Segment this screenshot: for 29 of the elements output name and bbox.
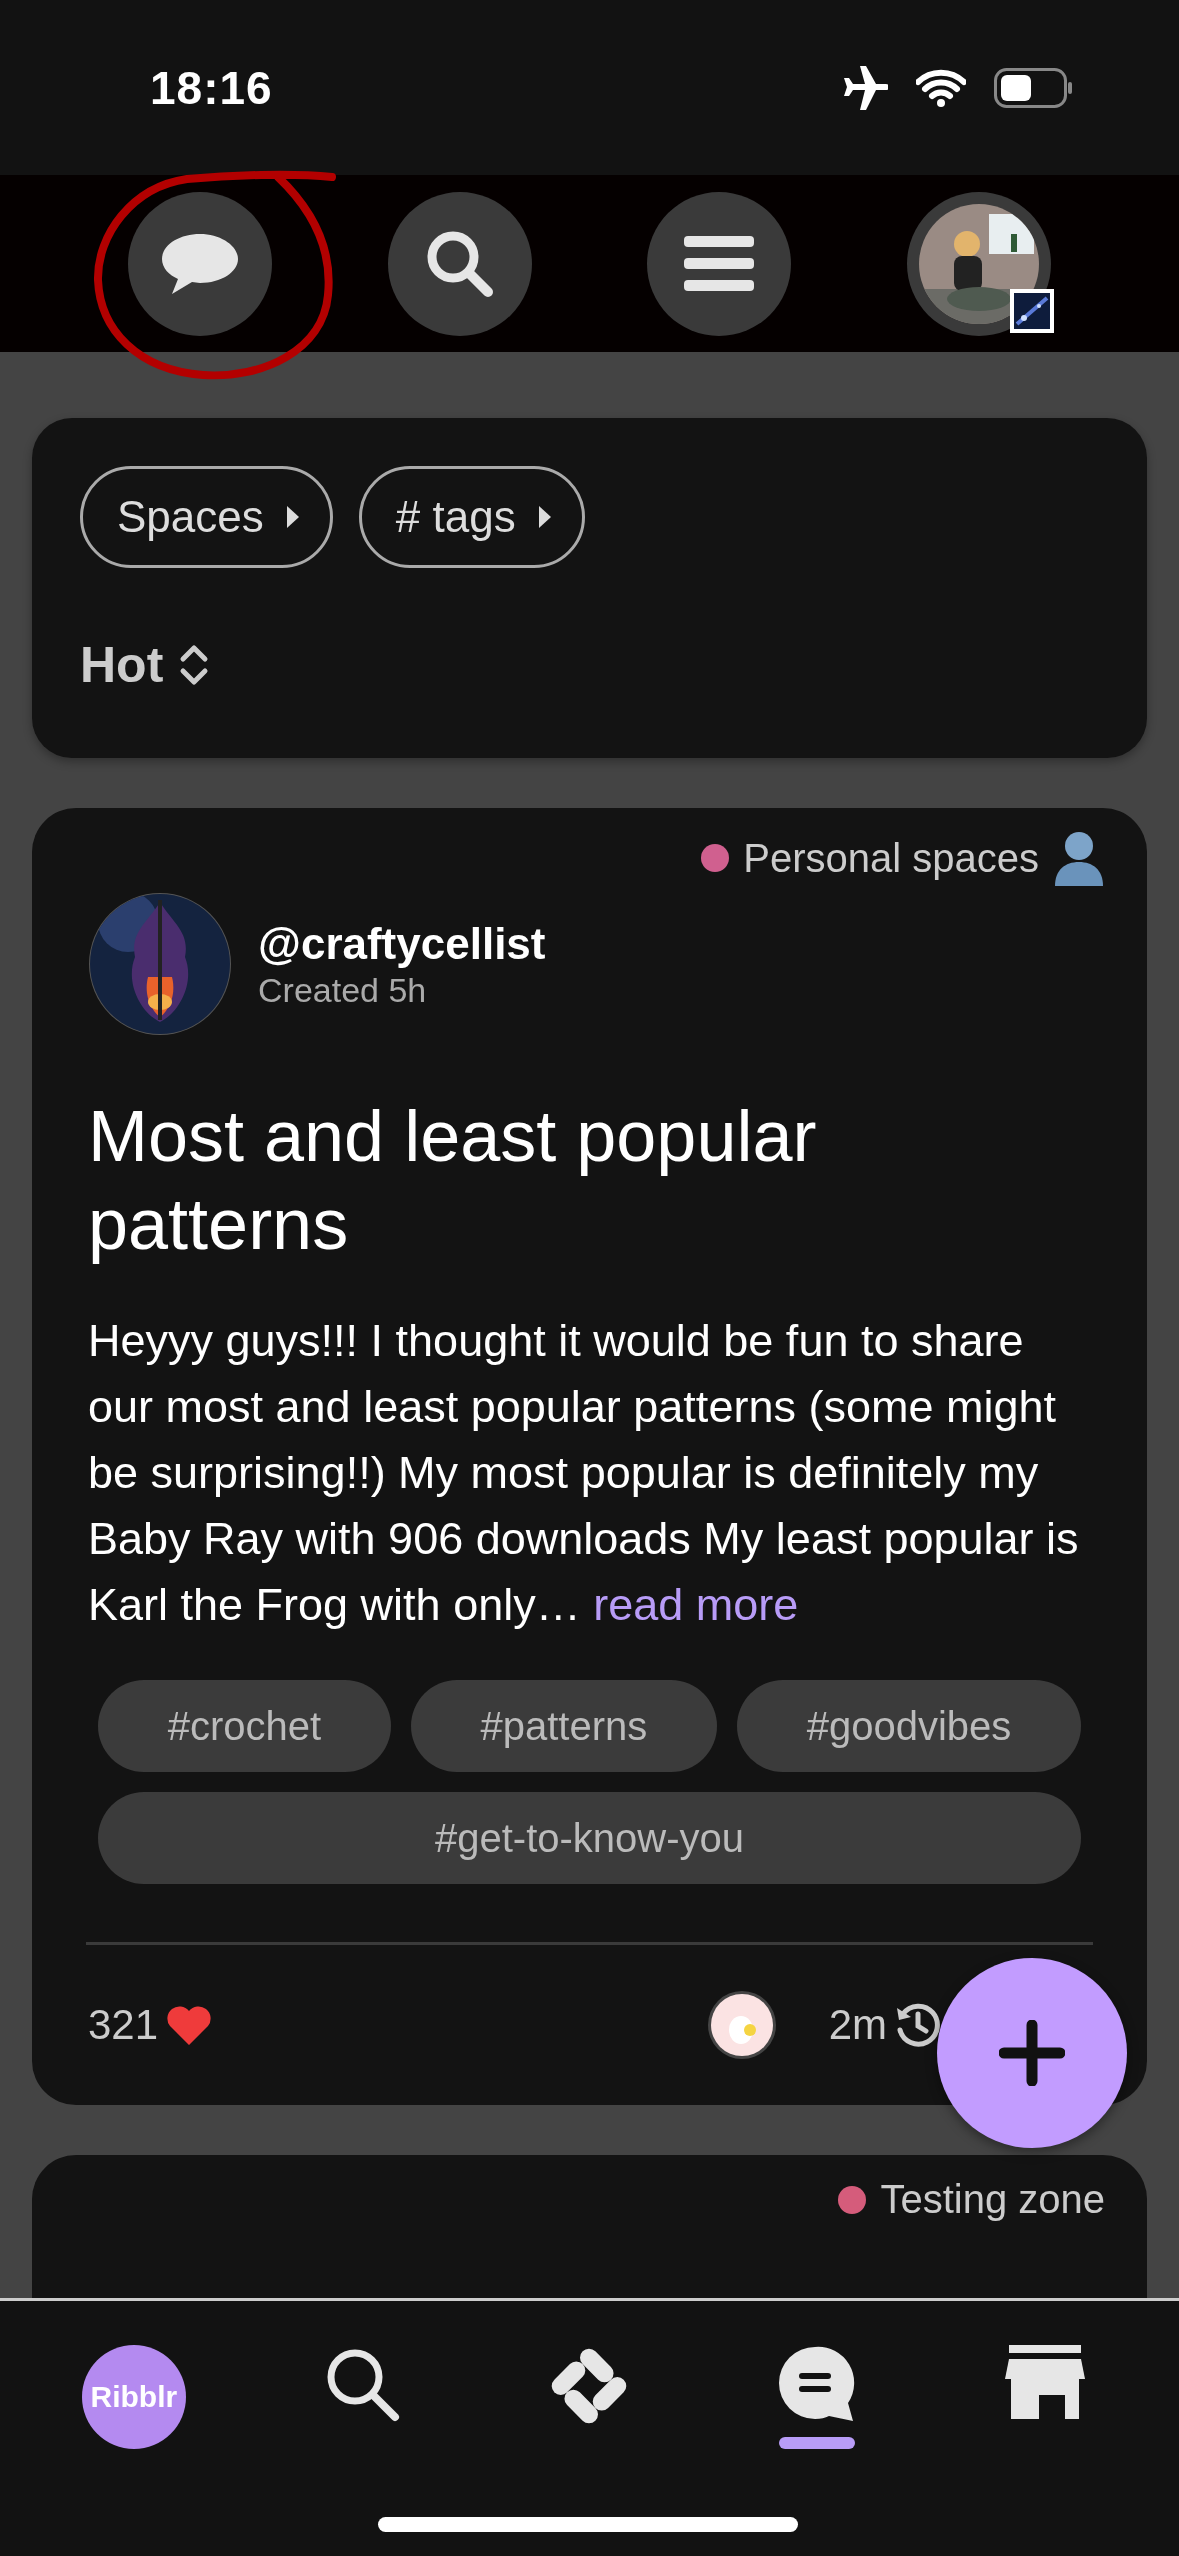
wifi-icon [916,67,966,108]
menu-icon [684,233,755,294]
status-time: 18:16 [150,60,273,115]
chat-icon [159,231,240,296]
author-name[interactable]: @craftycellist [258,918,546,969]
shop-icon [1005,2345,1086,2419]
history-icon [895,2002,941,2048]
last-activity: 2m [828,2001,887,2049]
like-count: 321 [88,2001,159,2049]
caret-icon [285,505,300,529]
filter-chip[interactable]: # tags [358,466,585,568]
space-label[interactable]: Testing zone [880,2177,1105,2222]
tag-chip[interactable]: #patterns [410,1680,717,1772]
battery-icon [994,67,1074,108]
person-icon [1053,830,1105,886]
post-title: Most and least popular patterns [88,1095,818,1266]
tag-chip[interactable]: #get-to-know-you [98,1792,1081,1884]
post-body: Heyyy guys!!! I thought it would be fun to share our most and least popular patterns (some might be surprising!!) My most popular is definitely my Baby Ray with 906 downloads My least popular is Karl the Frog with only… read more [88,1314,1080,1632]
caret-icon [537,505,552,529]
read-more-link[interactable]: read more [593,1579,799,1630]
tag-chip[interactable]: #crochet [98,1680,391,1772]
tag-chip[interactable]: #goodvibes [737,1680,1081,1772]
heart-icon[interactable] [166,2005,213,2045]
space-label[interactable]: Personal spaces [743,835,1039,881]
sort-chevrons-icon [179,643,210,687]
plus-icon [999,2020,1065,2086]
post-time: Created 5h [258,970,428,1010]
filter-chip[interactable]: Spaces [80,466,333,568]
sort-dropdown[interactable]: Hot [80,614,1099,716]
